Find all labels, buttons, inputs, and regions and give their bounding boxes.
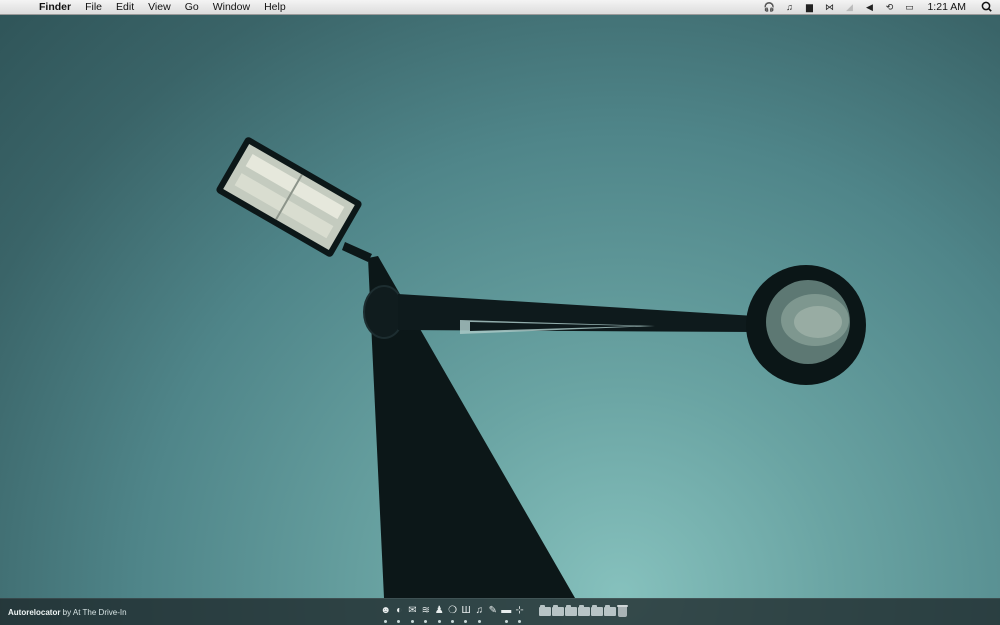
dock: ☻ ◐ ✉ ≋ ♟ ❍ Ш ♫ ✎ ▬ ⊹: [379, 605, 629, 625]
dock-app-media[interactable]: Ш: [459, 605, 472, 625]
media-icon: Ш: [461, 605, 471, 616]
dock-app-terminal[interactable]: ▬: [500, 605, 513, 625]
itunes-icon: ♫: [475, 605, 484, 616]
running-indicator: [517, 620, 521, 623]
running-indicator: [410, 620, 414, 623]
menu-go[interactable]: Go: [178, 0, 206, 15]
dock-bar: Autorelocator by At The Drive-In ☻ ◐ ✉ ≋…: [0, 598, 1000, 625]
folder-icon[interactable]: [577, 605, 590, 616]
dock-app-itunes[interactable]: ♫: [473, 605, 486, 625]
menu-help[interactable]: Help: [257, 0, 293, 15]
menu-clock[interactable]: 1:21 AM: [919, 0, 976, 15]
terminal-icon: ▬: [501, 605, 512, 616]
running-indicator: [437, 620, 441, 623]
dock-app-safari[interactable]: ◐: [392, 605, 405, 625]
spotlight-search-icon[interactable]: [976, 0, 996, 15]
dock-app-rss[interactable]: ≋: [419, 605, 432, 625]
menu-view[interactable]: View: [141, 0, 178, 15]
rect-lamp-neck: [342, 242, 372, 262]
menu-edit[interactable]: Edit: [109, 0, 141, 15]
folder-icon[interactable]: [603, 605, 616, 616]
safari-icon: ◐: [396, 605, 403, 616]
dock-app-grab[interactable]: ⊹: [513, 605, 526, 625]
running-indicator: [450, 620, 454, 623]
wifi-dim-icon[interactable]: ◢: [839, 0, 859, 15]
running-indicator: [397, 620, 401, 623]
dock-app-chat[interactable]: ❍: [446, 605, 459, 625]
wallpaper-credit: Autorelocator by At The Drive-In: [8, 608, 127, 617]
credit-author: by At The Drive-In: [60, 608, 127, 617]
trash-icon[interactable]: [617, 605, 629, 617]
credit-app-name: Autorelocator: [8, 608, 61, 617]
menu-file[interactable]: File: [78, 0, 109, 15]
headphones-icon[interactable]: 🎧: [759, 0, 779, 15]
battery-icon[interactable]: ▭: [899, 0, 919, 15]
menu-bar: Finder File Edit View Go Window Help 🎧 ♫…: [0, 0, 1000, 15]
dock-app-finder[interactable]: ☻: [379, 605, 392, 625]
rss-icon: ≋: [421, 605, 431, 616]
volume-icon[interactable]: ◀: [859, 0, 879, 15]
grab-icon: ⊹: [515, 605, 524, 616]
mail-icon: ✉: [408, 605, 417, 616]
chat-icon: ❍: [448, 605, 458, 616]
chat-bubble-icon[interactable]: ▆: [799, 0, 819, 15]
folder-icon[interactable]: [564, 605, 577, 616]
music-note-icon[interactable]: ♫: [779, 0, 799, 15]
time-machine-icon[interactable]: ⟲: [879, 0, 899, 15]
dock-app-tools[interactable]: ✎: [486, 605, 499, 625]
tools-icon: ✎: [488, 605, 498, 616]
running-indicator: [424, 620, 428, 623]
finder-icon: ☻: [380, 605, 391, 616]
running-indicator: [384, 620, 387, 623]
desktop-wallpaper: [216, 137, 866, 598]
folder-icon[interactable]: [551, 605, 564, 616]
dock-app-mail[interactable]: ✉: [406, 605, 419, 625]
contacts-icon: ♟: [434, 605, 444, 616]
folder-icon[interactable]: [538, 605, 551, 616]
running-indicator: [477, 620, 481, 623]
status-area: 🎧 ♫ ▆ ⋈ ◢ ◀ ⟲ ▭ 1:21 AM: [759, 0, 1000, 15]
rect-lamp: [216, 137, 362, 257]
menu-window[interactable]: Window: [206, 0, 257, 15]
menu-finder[interactable]: Finder: [32, 0, 78, 15]
folder-icon[interactable]: [590, 605, 603, 616]
running-indicator: [504, 620, 508, 623]
running-indicator: [464, 620, 468, 623]
dock-app-contacts[interactable]: ♟: [433, 605, 446, 625]
bow-tie-icon[interactable]: ⋈: [819, 0, 839, 15]
